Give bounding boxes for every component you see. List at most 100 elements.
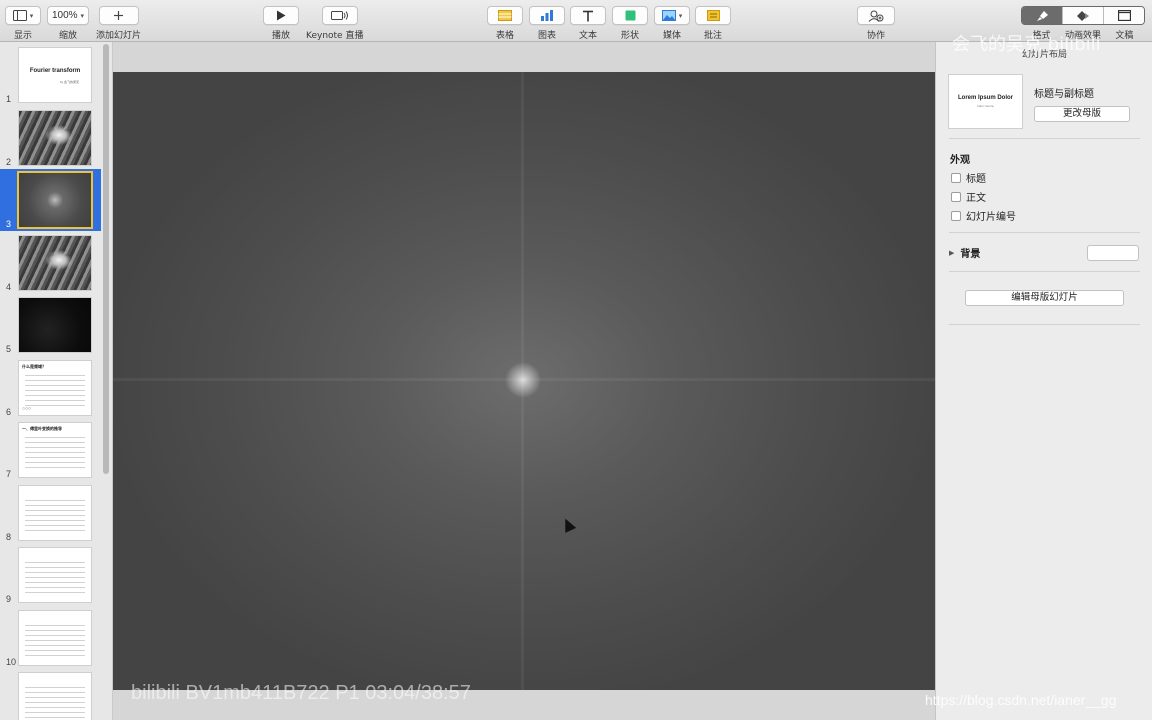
navigator-scrollbar[interactable] [103, 44, 109, 474]
body-checkbox-label: 正文 [966, 193, 986, 204]
chart-button[interactable] [529, 6, 565, 25]
collaborate-icon [868, 10, 884, 22]
keynote-live-group: Keynote 直播 [306, 6, 363, 41]
slide-thumbnail[interactable]: 什么是频域？ ○○○ [19, 360, 91, 415]
spectrum-horizontal-axis-streak [113, 378, 935, 381]
slide-thumbnail-row[interactable]: 3 [0, 169, 101, 231]
table-icon [498, 10, 512, 21]
background-color-well[interactable] [1087, 245, 1139, 261]
circle-shapes: ○○○ [22, 405, 32, 412]
slide-text-lines [25, 433, 85, 471]
slide-thumbnail[interactable] [19, 298, 91, 352]
slide-thumbnail-row[interactable]: 2 [0, 107, 101, 169]
add-slide-group: 添加幻灯片 [96, 6, 141, 41]
slide-thumbnail[interactable] [19, 110, 91, 165]
keynote-live-button[interactable] [321, 6, 358, 25]
tab-animate[interactable] [1062, 7, 1103, 24]
text-button[interactable] [570, 6, 606, 25]
edit-master-slide-button[interactable]: 编辑母版幻灯片 [965, 290, 1124, 306]
channel-watermark: 会飞的吴克 bilibili [952, 30, 1101, 56]
bar-chart-icon [541, 10, 553, 21]
zoom-label: 缩放 [58, 31, 77, 41]
change-master-button[interactable]: 更改母版 [1034, 106, 1130, 122]
media-button[interactable]: ▾ [654, 6, 690, 25]
divider [949, 232, 1140, 233]
text-icon [583, 10, 593, 21]
slide-thumbnail-row[interactable]: 11 [0, 669, 101, 720]
slide-thumbnail[interactable] [19, 235, 91, 290]
tab-document[interactable] [1103, 7, 1144, 24]
slide-thumbnail-row[interactable]: 10 [0, 607, 101, 669]
table-group: 表格 [487, 6, 523, 41]
slide-thumbnail-row[interactable]: 1 Fourier transform by 会飞的吴克 [0, 44, 101, 106]
video-id-text: BV1mb411B722 P1 03:04/38:57 [185, 682, 471, 704]
raccoon-photo [19, 235, 91, 290]
play-button[interactable] [263, 6, 299, 25]
chevron-down-icon: ▾ [29, 12, 34, 20]
view-label: 显示 [13, 31, 32, 41]
divider [949, 138, 1140, 139]
square-shape-icon [625, 10, 635, 21]
slide-number-checkbox[interactable] [951, 210, 961, 221]
slide-thumbnail-row[interactable]: 5 [0, 294, 101, 356]
shape-label: 形状 [620, 31, 639, 41]
paintbrush-icon [1036, 10, 1048, 21]
collaborate-button[interactable] [857, 6, 895, 25]
slide-number: 9 [6, 594, 12, 604]
text-label: 文本 [578, 31, 597, 41]
background-disclosure[interactable]: ▶ 背景 [949, 245, 980, 261]
slide-thumbnail-row[interactable]: 4 [0, 232, 101, 294]
view-button[interactable]: ▾ [5, 6, 41, 25]
comment-button[interactable] [695, 6, 731, 25]
title-checkbox-row[interactable]: 标题 [951, 170, 986, 185]
slide-thumbnail-row[interactable]: 6 什么是频域？ ○○○ [0, 357, 101, 419]
image-icon [661, 10, 676, 21]
add-slide-label: 添加幻灯片 [96, 31, 142, 41]
slide-thumbnail-row[interactable]: 9 [0, 544, 101, 606]
shape-group: 形状 [612, 6, 648, 41]
slide-text-lines [25, 370, 85, 409]
shape-button[interactable] [612, 6, 648, 25]
slide-thumbnail[interactable] [19, 610, 91, 665]
slide-number-checkbox-label: 幻灯片编号 [966, 212, 1016, 223]
slide-thumbnail[interactable]: Fourier transform by 会飞的吴克 [19, 48, 91, 102]
slide-canvas-area: bilibili BV1mb411B722 P1 03:04/38:57 [113, 42, 935, 720]
slide-thumbnail[interactable] [19, 673, 91, 720]
slide-number: 3 [6, 219, 12, 229]
chart-group: 图表 [529, 6, 565, 41]
slide-thumbnail[interactable] [19, 485, 91, 540]
fourier-spectrum-image [19, 173, 91, 227]
slide-number: 7 [6, 469, 12, 479]
slide-number: 2 [6, 156, 12, 167]
appearance-title: 外观 [950, 155, 970, 166]
media-group: ▾ 媒体 [654, 6, 690, 41]
tab-format[interactable] [1022, 7, 1062, 24]
title-checkbox[interactable] [951, 172, 961, 183]
slide-thumbnail-row[interactable]: 8 [0, 482, 101, 544]
slide-thumbnail-title: 什么是频域？ [22, 363, 46, 369]
slide-number: 8 [6, 531, 12, 542]
slide-number-checkbox-row[interactable]: 幻灯片编号 [951, 208, 1016, 223]
chevron-down-icon: ▾ [678, 12, 683, 20]
slide-thumbnail[interactable]: 一、傅里叶变换的推导 [19, 423, 91, 477]
slide-thumbnail-row[interactable]: 7 一、傅里叶变换的推导 [0, 419, 101, 481]
disclosure-triangle-icon: ▶ [949, 248, 955, 257]
blog-url-watermark: https://blog.csdn.net/ianer__gg [925, 692, 1117, 708]
add-slide-button[interactable] [98, 6, 139, 25]
layout-thumbnail[interactable]: Lorem Ipsum Dolor Nam viverra [949, 75, 1022, 128]
body-checkbox[interactable] [951, 191, 961, 202]
slide-navigator: 1 Fourier transform by 会飞的吴克 2 3 4 5 6 什么是频域？ ○○○… [0, 42, 113, 720]
bilibili-logo-text: bilibili [131, 682, 180, 704]
slide-thumbnail[interactable] [19, 548, 91, 602]
slide-canvas[interactable] [113, 72, 935, 690]
table-label: 表格 [495, 31, 514, 41]
slide-text-lines [25, 558, 85, 596]
animate-diamond-icon [1077, 10, 1089, 21]
inspector-panel: 幻灯片布局 Lorem Ipsum Dolor Nam viverra 标题与副… [935, 42, 1152, 720]
zoom-select[interactable]: 100% ▾ [47, 6, 89, 25]
slide-thumbnail[interactable] [19, 173, 91, 227]
body-checkbox-row[interactable]: 正文 [951, 189, 986, 204]
broadcast-icon [330, 11, 348, 20]
plus-icon [114, 11, 123, 20]
table-button[interactable] [487, 6, 523, 25]
